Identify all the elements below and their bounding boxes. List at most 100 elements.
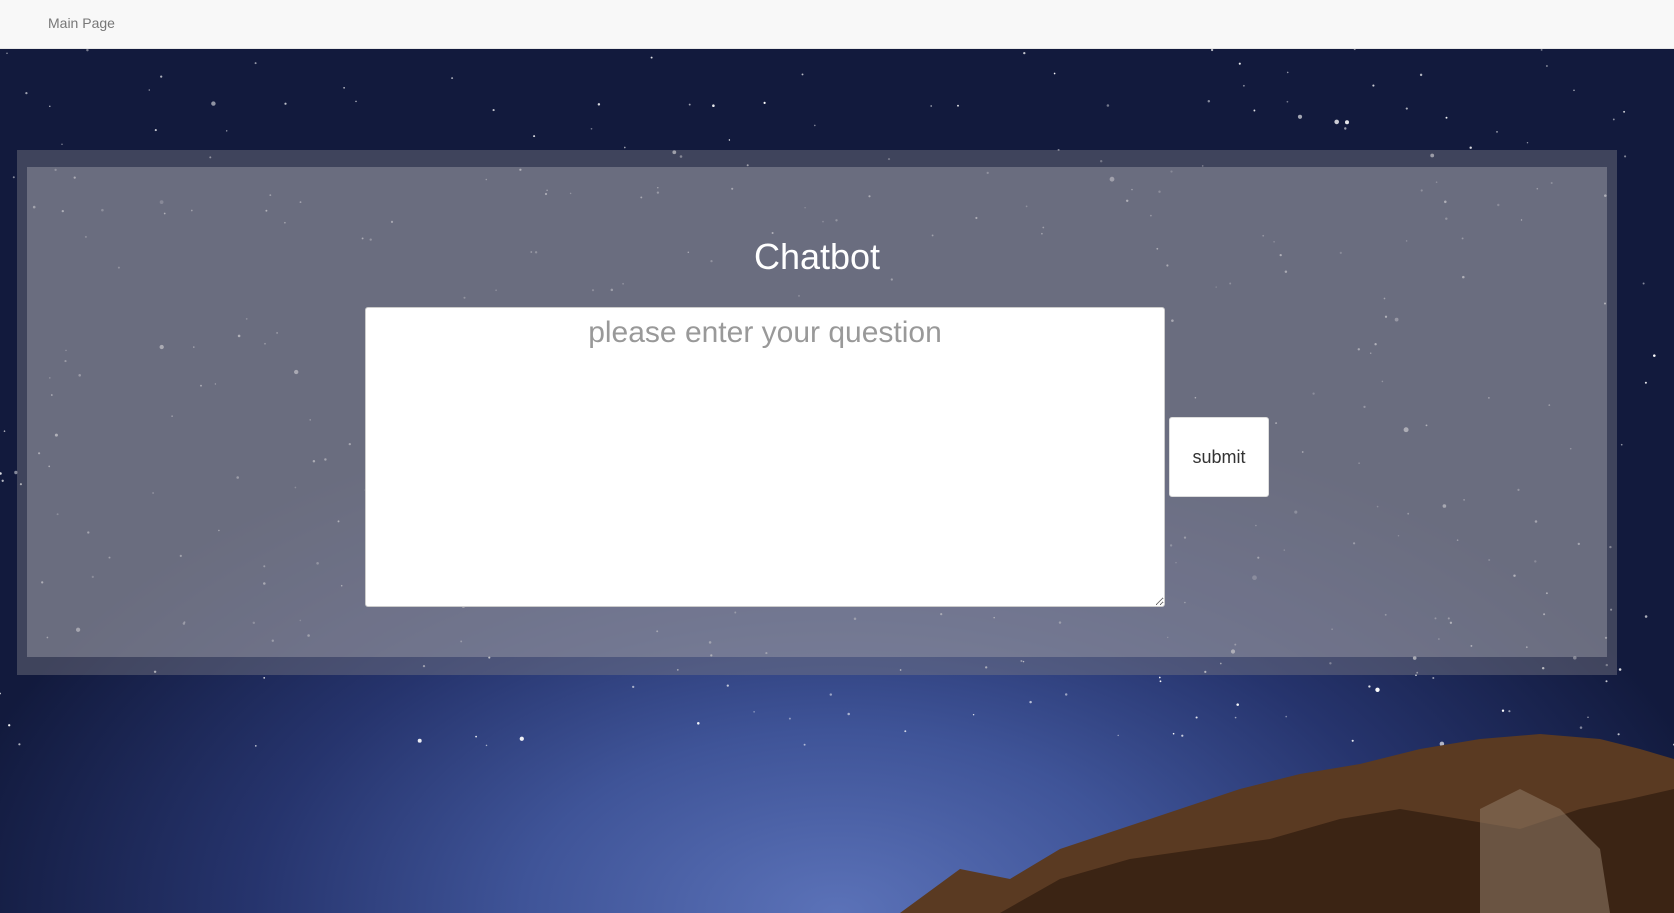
star [1234,716,1237,719]
star [1432,676,1435,680]
star [1297,114,1303,119]
star [650,56,653,59]
star [1605,680,1608,683]
star [1526,141,1529,144]
star [1195,716,1198,719]
star [1501,709,1505,712]
star [211,101,216,106]
star [284,102,287,105]
star [1158,676,1161,679]
question-input[interactable] [365,307,1165,607]
star [519,736,524,741]
star [590,127,593,130]
star [254,62,257,65]
star [1238,62,1241,65]
submit-button[interactable]: submit [1169,417,1269,497]
star [726,684,729,687]
star [763,101,766,104]
star [417,738,422,743]
star [1023,51,1026,55]
star [1579,726,1583,729]
star [533,135,536,138]
star [1236,703,1239,706]
star [930,105,933,107]
star [1159,680,1162,683]
star [8,724,11,727]
star [1573,89,1575,92]
star [1242,84,1245,87]
star [0,472,2,475]
star [263,677,266,679]
star [1345,120,1349,125]
star [1405,107,1408,110]
star [1375,687,1380,692]
star [1106,104,1110,107]
star [1623,110,1626,113]
star [957,104,959,107]
star [160,75,163,78]
star [86,49,89,52]
top-navbar: Main Page [0,0,1674,49]
star [1587,716,1589,719]
star [1545,65,1548,67]
star [1,479,4,482]
star [904,730,907,733]
star [1612,118,1615,121]
star [1210,49,1214,52]
star [225,130,228,132]
star [254,745,257,747]
star [1642,282,1645,285]
star [1644,381,1647,384]
star [623,146,626,149]
main-page-link[interactable]: Main Page [48,15,115,31]
star [1207,100,1211,103]
star [18,743,21,746]
star [485,744,488,747]
star [1064,693,1068,696]
star [728,139,731,141]
star [1181,734,1184,737]
star [1285,715,1288,718]
star [25,91,28,95]
star [1508,710,1511,713]
star [1445,116,1448,119]
star [12,176,15,179]
star [1540,49,1543,51]
page-title: Chatbot [753,236,881,277]
star [829,693,833,696]
star [1653,354,1656,357]
star [1286,100,1289,103]
star [475,735,477,738]
star [1351,739,1354,742]
star [1172,732,1175,735]
star [154,129,157,132]
star [0,692,1,695]
star [1353,49,1356,51]
star [788,717,791,720]
star [1253,109,1256,112]
star [1368,685,1371,688]
star [697,722,700,725]
star [1286,71,1289,74]
star [801,73,804,76]
star [451,77,454,80]
star [632,685,635,689]
star [712,104,715,107]
star [597,103,601,106]
star [803,743,806,746]
star [61,143,63,145]
star [847,712,850,716]
star [1053,72,1056,75]
star [1334,119,1339,125]
star [688,103,691,106]
star [1344,127,1347,130]
star [1469,146,1472,149]
star [3,430,6,432]
star [1117,734,1119,737]
star [343,87,345,89]
star [1624,155,1627,158]
star [1618,668,1622,671]
star [492,109,495,112]
star [1372,84,1375,87]
star [1029,700,1032,704]
